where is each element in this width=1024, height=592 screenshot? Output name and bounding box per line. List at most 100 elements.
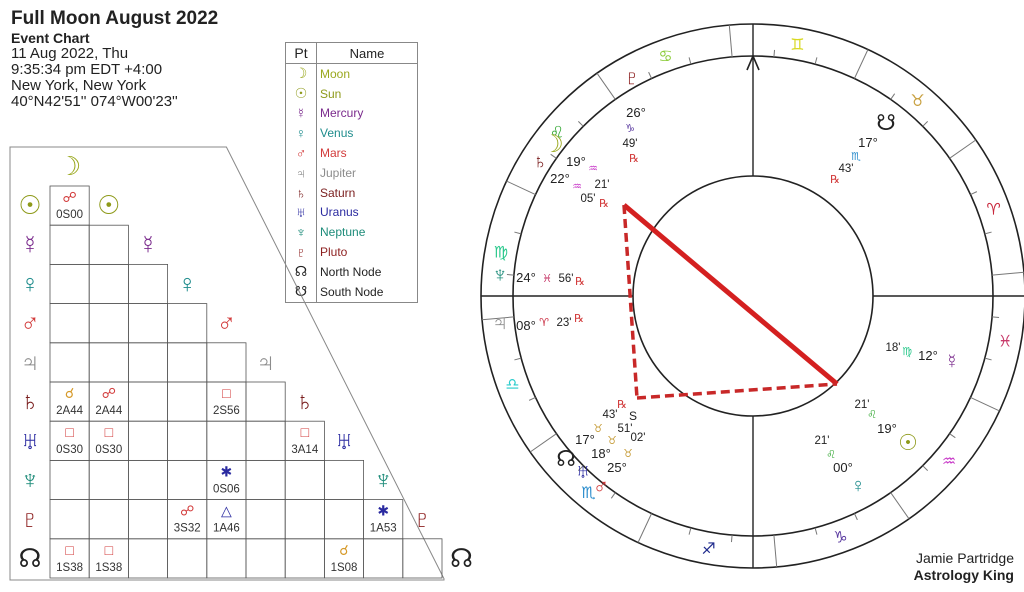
venus-icon: ♀: [851, 475, 866, 497]
mercury-degree: 12°: [918, 348, 938, 363]
sign-divider: [637, 513, 653, 543]
venus-minutes: 21': [815, 435, 830, 447]
retrograde-icon: ℞: [830, 174, 840, 186]
degree-tick: [528, 396, 536, 401]
north-node-degree: 17°: [575, 432, 595, 447]
neptune-sign-icon: ♓: [542, 273, 552, 285]
zodiac-sign-icon: ♋: [658, 48, 672, 65]
sign-divider: [506, 180, 536, 196]
south-node-sign-icon: ♏: [851, 151, 861, 163]
credit: Jamie Partridge Astrology King: [914, 550, 1014, 584]
jupiter-degree: 08°: [516, 318, 536, 333]
degree-tick: [984, 231, 992, 235]
opposition-line: [622, 203, 839, 386]
jupiter-minutes: 23': [557, 317, 572, 329]
degree-tick: [949, 433, 956, 439]
retrograde-icon: ℞: [574, 313, 584, 325]
credit-site: Astrology King: [913, 567, 1014, 583]
venus-degree: 00°: [833, 460, 853, 475]
aspect-ring: [632, 175, 874, 417]
mars-icon: ♂: [593, 474, 610, 499]
zodiac-sign-icon: ♊: [790, 37, 804, 54]
mercury-sign-icon: ♍: [902, 346, 912, 358]
sign-divider: [596, 72, 616, 100]
south-node-icon: ☋: [876, 110, 896, 135]
neptune-icon: ♆: [492, 262, 509, 287]
sun-minutes: 21': [855, 399, 870, 411]
sign-divider: [773, 535, 778, 568]
zodiac-sign-icon: ♐: [701, 541, 715, 558]
sign-divider: [992, 271, 1024, 276]
degree-tick: [688, 527, 692, 535]
sign-divider: [728, 24, 733, 57]
neptune-degree: 24°: [516, 270, 536, 285]
degree-tick: [992, 316, 1000, 319]
mercury-icon: ☿: [945, 351, 960, 373]
moon-sign-icon: ♒: [588, 163, 598, 175]
degree-tick: [814, 527, 818, 535]
degree-tick: [514, 357, 522, 361]
venus-sign-icon: ♌: [826, 449, 836, 461]
pluto-sign-icon: ♑: [625, 123, 635, 135]
south-node-degree: 17°: [858, 135, 878, 150]
zodiac-sign-icon: ♍: [494, 245, 508, 262]
mars-degree: 25°: [607, 460, 627, 475]
saturn-sign-icon: ♒: [572, 181, 582, 193]
retrograde-icon: ℞: [599, 198, 609, 210]
degree-tick: [577, 120, 584, 127]
credit-author: Jamie Partridge: [915, 550, 1014, 566]
degree-tick: [922, 120, 929, 127]
degree-tick: [890, 93, 896, 100]
sign-divider: [853, 49, 869, 79]
north-node-minutes: 43': [603, 409, 618, 421]
sign-divider: [529, 433, 557, 453]
mercury-minutes: 18': [886, 342, 901, 354]
degree-tick: [648, 71, 653, 79]
zodiac-sign-icon: ♑: [833, 530, 847, 547]
jupiter-icon: ♃: [492, 310, 509, 335]
moon-minutes: 21': [595, 179, 610, 191]
square-line: [622, 204, 639, 399]
neptune-minutes: 56': [559, 273, 574, 285]
jupiter-sign-icon: ♈: [539, 317, 549, 329]
mars-minutes: 02': [631, 432, 646, 444]
retrograde-icon: ℞: [617, 399, 627, 411]
degree-tick: [688, 57, 692, 65]
degree-tick: [814, 57, 818, 65]
uranus-icon: ♅: [576, 461, 591, 483]
uranus-degree: 18°: [591, 446, 611, 461]
pluto-degree: 26°: [626, 105, 646, 120]
sun-icon: ☉: [898, 430, 918, 455]
south-node-minutes: 43': [839, 163, 854, 175]
saturn-icon: ♄: [533, 151, 548, 173]
north-node-icon: ☊: [556, 446, 576, 471]
saturn-degree: 22°: [550, 171, 570, 186]
sign-divider: [970, 396, 1000, 412]
degree-tick: [922, 465, 929, 472]
mars-sign-icon: ♉: [623, 448, 633, 460]
degree-tick: [773, 49, 776, 57]
retrograde-icon: ℞: [629, 153, 639, 165]
north-node-sign-icon: ♉: [593, 423, 603, 435]
sign-divider: [949, 139, 977, 159]
square-line: [636, 382, 838, 400]
stationary-marker: S: [629, 409, 637, 423]
saturn-minutes: 05': [581, 193, 596, 205]
pluto-minutes: 49': [623, 138, 638, 150]
zodiac-sign-icon: ♒: [942, 454, 956, 471]
sun-degree: 19°: [877, 421, 897, 436]
zodiac-sign-icon: ♓: [998, 333, 1012, 350]
degree-tick: [970, 191, 978, 196]
zodiac-sign-icon: ♈: [986, 201, 1000, 218]
degree-tick: [984, 357, 992, 361]
moon-degree: 19°: [566, 154, 586, 169]
uranus-sign-icon: ♉: [607, 435, 617, 447]
pluto-icon: ♇: [624, 65, 641, 90]
sign-divider: [890, 492, 910, 520]
degree-tick: [853, 513, 858, 521]
retrograde-icon: ℞: [575, 276, 585, 288]
zodiac-sign-icon: ♎: [505, 377, 519, 394]
degree-tick: [730, 535, 733, 543]
degree-tick: [514, 231, 522, 235]
zodiac-sign-icon: ♉: [910, 93, 924, 110]
